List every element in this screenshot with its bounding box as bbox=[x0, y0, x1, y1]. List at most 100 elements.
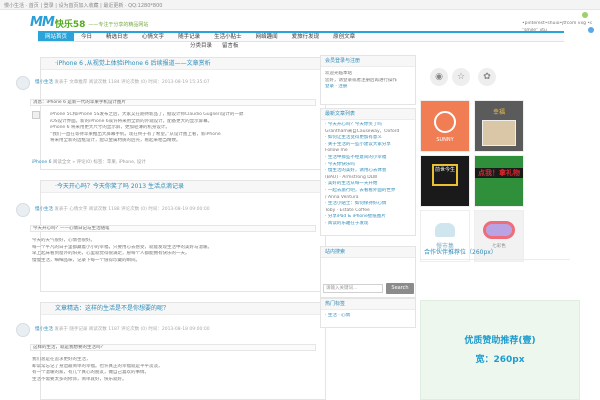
latest-post-item[interactable]: · 阅读的乐趣在于发现 bbox=[321, 221, 415, 228]
site-logo[interactable]: MM 快乐58 ——专注于分享的精品网站 bbox=[30, 14, 148, 30]
post-title[interactable]: 文章精选：这样的生活是不是你想要的呢？ bbox=[41, 303, 325, 315]
post-line: 今天的天气很好，心情也很好。 bbox=[32, 238, 95, 243]
latest-post-item: Grantham来自Causeway，Oxford bbox=[325, 128, 400, 134]
post-thumbnail[interactable] bbox=[32, 111, 40, 119]
nav-item-tips[interactable]: 生活小贴士 bbox=[207, 33, 249, 41]
tags-box-title: 热门标签 bbox=[321, 299, 415, 310]
nav-item-today[interactable]: 今日 bbox=[74, 33, 99, 41]
post-meta-text: 发表于 文章推荐 阅读次数 1184 评论次数 (0) 时间：2013-08-1… bbox=[53, 80, 210, 85]
post-line: 每一个平凡的日子里都藏着小小的幸福，只要用心去感受，就能发现生活中的美好与温暖。 bbox=[32, 244, 212, 250]
latest-post-item[interactable]: · 美好的生活从每一天开始 bbox=[321, 181, 415, 188]
post-line: 将采用全新的边框设计，配以金属材质的后壳，看起来相当精致。 bbox=[50, 138, 181, 144]
share-icon[interactable] bbox=[588, 27, 594, 33]
post-line: iPhone 5C和iPhone 5S发布之后，大家又在期待新品了，据设计师Cl… bbox=[50, 112, 244, 117]
post-author[interactable]: 慢小生活 bbox=[35, 207, 53, 212]
post-excerpt: 今天的天气很好，心情也很好。 每一个平凡的日子里都藏着小小的幸福，只要用心去感受… bbox=[32, 238, 312, 264]
sponsor-ad[interactable]: 优质赞助推荐(壹) 宽：260px bbox=[420, 300, 580, 400]
login-welcome: 欢迎光临本站 bbox=[325, 71, 352, 76]
latest-post-item[interactable]: · 如何让生活变得更加有意义 bbox=[321, 135, 415, 142]
post-author[interactable]: 慢小生活 bbox=[35, 80, 53, 85]
latest-post-item[interactable]: · 生活中那些不经意间的小幸福 bbox=[321, 155, 415, 162]
post-excerpt: 我们总是在追求更好的生活， 却常常忘记了身边最简单的幸福。也许真正的幸福就是平平… bbox=[32, 357, 312, 383]
tile-label: 幸福 bbox=[492, 109, 505, 116]
top-bar-text: 慢小生活 · 首页 | 登录 | 设为首页加入收藏 | 最近更新 · QQ:12… bbox=[4, 3, 163, 9]
latest-post-item[interactable]: · 生活小贴士：如何保持好心情 bbox=[321, 201, 415, 208]
sub-nav-categories[interactable]: 分类目录 bbox=[190, 42, 212, 51]
latest-post-item[interactable]: · 今天你快乐吗 bbox=[321, 162, 415, 169]
tags-box: 热门标签 · 生活 · 心情 bbox=[320, 298, 416, 328]
post-author[interactable]: 慢小生活 bbox=[35, 327, 53, 332]
post-quote: 消息：iPhone 6 是新一代的苹果手机设计图片 bbox=[30, 99, 316, 106]
author-avatar bbox=[16, 203, 30, 217]
nav-item-notes[interactable]: 随手记录 bbox=[171, 33, 207, 41]
author-avatar bbox=[16, 323, 30, 337]
latest-post-item[interactable]: · 慢生活的美好，请用心去体会 bbox=[321, 168, 415, 175]
post-meta: 慢小生活 发表于 心情文字 阅读次数 1188 评论次数 (0) 时间：2013… bbox=[35, 206, 210, 212]
post-line: 早上起床看到窗外的阳光，心里就觉得很满足，愿每个人都能拥有快乐的一天。 bbox=[32, 251, 190, 257]
tile-label: 前世今生 bbox=[432, 164, 458, 186]
latest-posts-title: 最新文章列表 bbox=[321, 109, 415, 120]
tile-label: SUNNY bbox=[436, 137, 454, 143]
post-quote: 这样的生活，就是我想要的生活吗？ bbox=[30, 344, 316, 351]
post-line: iPhone 6 将采用更大尺寸的显示屏，更加轻薄的机身设计。 bbox=[50, 125, 170, 131]
latest-post-item[interactable]: · 一起去旅行吧，去看看外面的世界 bbox=[321, 188, 415, 195]
main-nav: 网站首页 今日 精选日志 心情文字 随手记录 生活小贴士 网络趣闻 爱旅行发现 … bbox=[38, 31, 564, 42]
post-footer-text: 阅读全文 » 评论(0) 标签：苹果, iPhone, 设计 bbox=[51, 160, 146, 165]
post-excerpt: iPhone 5C和iPhone 5S发布之后，大家又在期待新品了，据设计师Cl… bbox=[50, 112, 318, 145]
tile-sunny[interactable]: SUNNY bbox=[420, 100, 470, 152]
latest-post-item: Follow me bbox=[325, 148, 348, 154]
tile-gift[interactable]: 点我！拿礼物 bbox=[474, 155, 524, 207]
latest-post-item: Toby · Estate Coffee bbox=[325, 207, 370, 213]
post-title[interactable]: ·今天开心吗？今天你笑了吗 2013 生活点滴记录 bbox=[41, 181, 325, 193]
nav-item-journal[interactable]: 精选日志 bbox=[99, 33, 135, 41]
ad-line-1: 优质赞助推荐(壹) bbox=[464, 336, 536, 346]
login-box: 会员登录与注册 欢迎光临本站 您好，请登录或者注册后再进行操作 登录 · 注册 bbox=[320, 55, 416, 105]
tile-happiness[interactable]: 幸福 bbox=[474, 100, 524, 152]
side-link-1[interactable]: •pinterest•shuio•jtfcom vxg •ovdr bbox=[522, 21, 592, 26]
read-more-link[interactable]: iPhone 6 bbox=[32, 160, 51, 165]
latest-post-item[interactable]: · 今天开心吗？今天你笑了吗 bbox=[321, 122, 415, 129]
nav-item-travel[interactable]: 爱旅行发现 bbox=[285, 33, 327, 41]
post-line: 却常常忘记了身边最简单的幸福。也许真正的幸福就是平平淡淡， bbox=[32, 363, 163, 369]
tile-past-life[interactable]: 前世今生 bbox=[420, 155, 470, 207]
sub-nav: 分类目录 留言板 bbox=[190, 42, 239, 51]
login-box-title: 会员登录与注册 bbox=[321, 56, 415, 67]
post-meta: 慢小生活 发表于 文章推荐 阅读次数 1184 评论次数 (0) 时间：2013… bbox=[35, 79, 210, 85]
nav-item-mood[interactable]: 心情文字 bbox=[135, 33, 171, 41]
login-hint: 您好，请登录或者注册后再进行操作 bbox=[325, 77, 397, 83]
post-card: 文章精选：这样的生活是不是你想要的呢？ bbox=[40, 302, 326, 400]
author-avatar bbox=[16, 76, 30, 90]
post-meta: 慢小生活 发表于 随手记录 阅读次数 1187 评论次数 (0) 时间：2013… bbox=[35, 326, 210, 332]
nav-item-fun[interactable]: 网络趣闻 bbox=[249, 33, 285, 41]
logo-mark: MM bbox=[30, 15, 55, 30]
search-input[interactable]: 请输入关键词... bbox=[323, 284, 383, 293]
post-meta-text: 发表于 心情文字 阅读次数 1188 评论次数 (0) 时间：2013-08-1… bbox=[53, 207, 210, 212]
nav-item-home[interactable]: 网站首页 bbox=[38, 33, 75, 41]
post-meta-text: 发表于 随手记录 阅读次数 1187 评论次数 (0) 时间：2013-08-1… bbox=[53, 327, 210, 332]
post-line: 我们总是在追求更好的生活， bbox=[32, 357, 91, 362]
star-icon[interactable]: ☆ bbox=[452, 68, 470, 86]
post-line: 有一个温暖的家，有几个真心的朋友，做自己喜欢的事情。 bbox=[32, 370, 149, 376]
search-button[interactable]: Search bbox=[386, 283, 414, 294]
nav-item-original[interactable]: 原创文章 bbox=[326, 33, 362, 41]
post-footer: iPhone 6 阅读全文 » 评论(0) 标签：苹果, iPhone, 设计 bbox=[32, 159, 146, 165]
logo-name: 快乐58 bbox=[54, 20, 86, 30]
post-card: ·今天开心吗？今天你笑了吗 2013 生活点滴记录 bbox=[40, 180, 326, 292]
sub-nav-guestbook[interactable]: 留言板 bbox=[222, 42, 239, 51]
ad-line-2: 宽：260px bbox=[475, 355, 525, 365]
latest-post-item: / Anna Ventura bbox=[325, 194, 359, 200]
latest-posts-box: 最新文章列表 · 今天开心吗？今天你笑了吗 Grantham来自Causeway… bbox=[320, 108, 416, 236]
tag-list[interactable]: · 生活 · 心情 bbox=[321, 313, 415, 320]
post-quote: 今天开心吗？——心情日记与生活随笔 bbox=[30, 225, 316, 232]
post-line: “我们一直在等待苹果推出大屏幕手机，现在终于有了希望。”从设计图上看，新iPho… bbox=[50, 131, 221, 137]
qzone-icon[interactable]: ✿ bbox=[478, 68, 496, 86]
latest-post-item[interactable]: · 关于生活的一些小建议大家分享 bbox=[321, 142, 415, 149]
post-line: 生活不需要太多的修饰，简单就好，快乐就好。 bbox=[32, 376, 127, 382]
rss-icon[interactable] bbox=[582, 12, 588, 18]
latest-post-item[interactable]: · 分享iPad & iPhone壁纸图片 bbox=[321, 214, 415, 221]
weibo-icon[interactable]: ◉ bbox=[430, 68, 448, 86]
login-register-link[interactable]: 登录 · 注册 bbox=[321, 84, 415, 91]
post-line: iOS设计界面。新的iPhone 6或许将采用全新的外观设计，配备更大的显示屏幕… bbox=[50, 118, 213, 124]
post-title[interactable]: ·iPhone 6 ,从视觉上体验iPhone 6 后续报道——文章赏析 bbox=[41, 58, 325, 70]
tile-label: 点我！拿礼物 bbox=[475, 168, 523, 178]
